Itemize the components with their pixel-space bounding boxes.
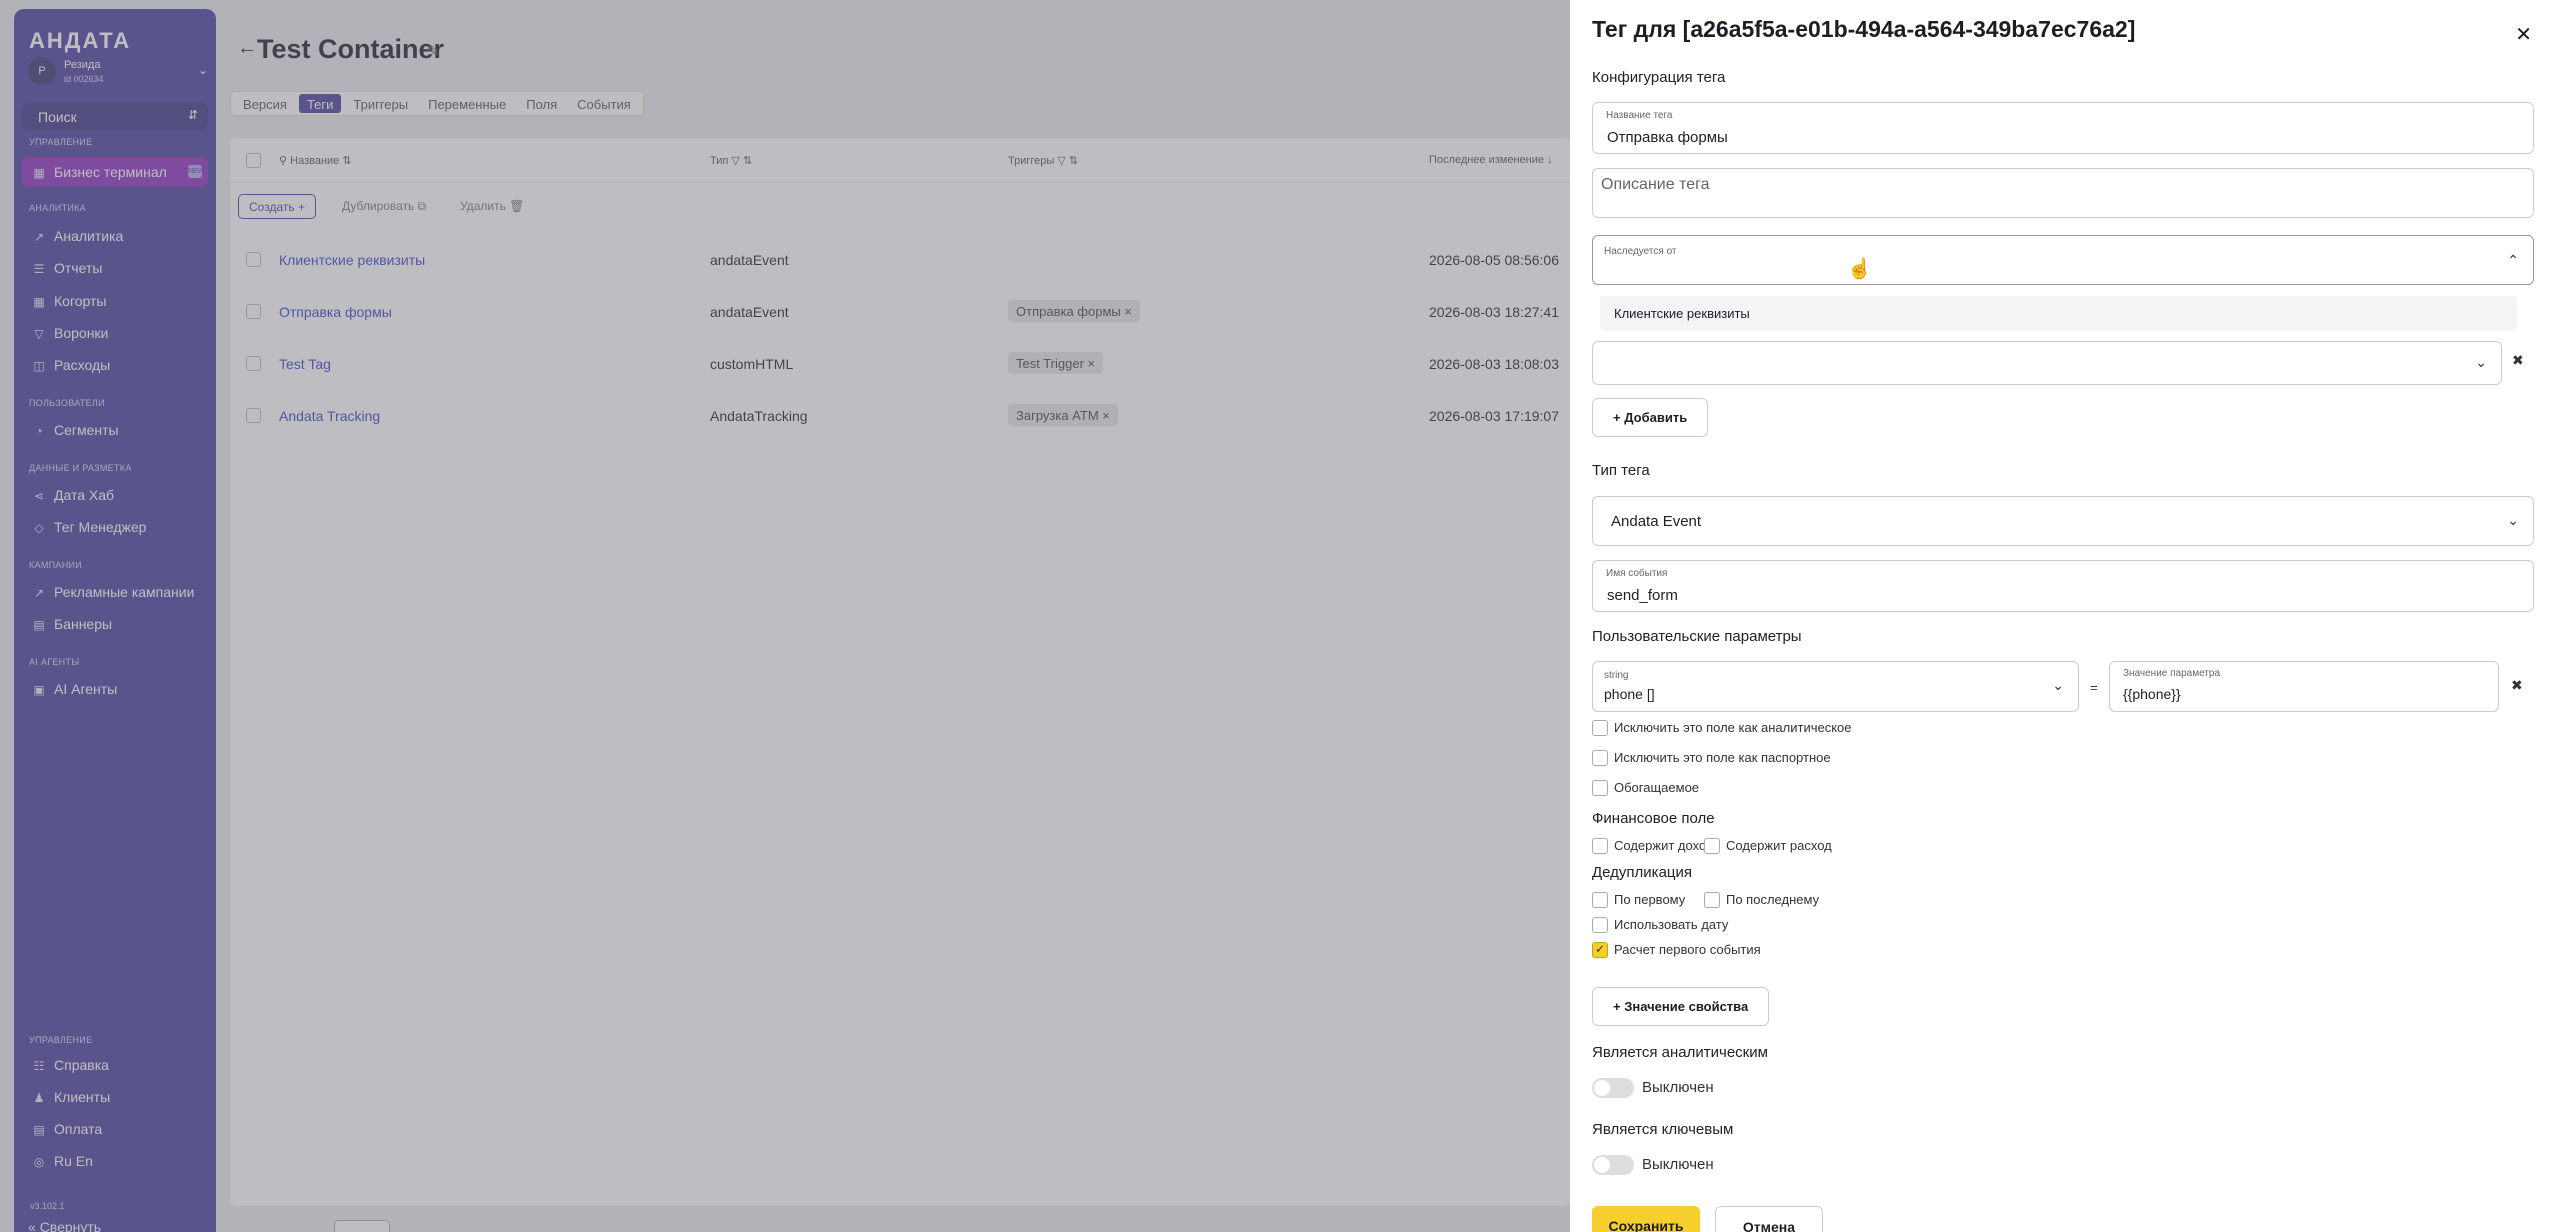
income-checkbox[interactable] (1592, 838, 1608, 854)
close-icon[interactable]: ✖ (2511, 677, 2523, 694)
last-label: По последнему (1726, 892, 1820, 907)
event-name-label: Имя события (1606, 568, 1668, 579)
chevron-down-icon: ⌄ (2052, 677, 2064, 693)
event-name-field[interactable]: Имя события send_form (1592, 560, 2534, 612)
is-key-label: Является ключевым (1592, 1121, 1734, 1138)
param-name-select[interactable]: string phone [] ⌄ (1592, 661, 2079, 712)
param-value-label: Значение параметра (2123, 668, 2221, 679)
use-date-checkbox[interactable] (1592, 917, 1608, 933)
first-event-label: Расчет первого события (1614, 942, 1761, 957)
close-icon[interactable]: ✖ (2512, 352, 2524, 369)
chevron-down-icon: ⌄ (2475, 354, 2487, 370)
tag-name-field[interactable]: Название тега Отправка формы (1592, 102, 2534, 154)
plus-icon: + (1613, 999, 1625, 1014)
tag-type-value: Andata Event (1611, 513, 1702, 530)
expense-checkbox[interactable] (1704, 838, 1720, 854)
tag-type-label: Тип тега (1592, 462, 1650, 479)
enriched-label: Обогащаемое (1614, 780, 1700, 795)
modal-overlay[interactable] (0, 0, 1570, 1232)
param-type: string (1604, 670, 1629, 681)
exclude-passport-label: Исключить это поле как паспортное (1614, 750, 1831, 765)
finance-label: Финансовое поле (1592, 810, 1715, 827)
property-value-button[interactable]: + Значение свойства (1592, 987, 1770, 1026)
add-button[interactable]: + Добавить (1592, 398, 1709, 437)
tag-edit-panel: Тег для [a26a5f5a-e01b-494a-a564-349ba7e… (1570, 0, 2552, 1232)
is-analytic-toggle[interactable] (1592, 1078, 1634, 1098)
last-checkbox[interactable] (1704, 892, 1720, 908)
close-icon[interactable]: ✕ (2515, 22, 2532, 47)
exclude-analytic-checkbox[interactable] (1592, 720, 1608, 736)
inherit-select[interactable]: Наследуется от ⌃ (1592, 235, 2534, 285)
is-analytic-state: Выключен (1642, 1079, 1714, 1096)
inherit-extra-select[interactable]: ⌄ (1592, 341, 2502, 385)
add-label: Добавить (1624, 410, 1688, 425)
save-button[interactable]: Сохранить (1592, 1206, 1700, 1232)
inherit-label: Наследуется от (1604, 246, 1677, 257)
custom-params-label: Пользовательские параметры (1592, 628, 1802, 645)
exclude-analytic-label: Исключить это поле как аналитическое (1614, 720, 1852, 735)
exclude-passport-checkbox[interactable] (1592, 750, 1608, 766)
tag-name-label: Название тега (1606, 110, 1673, 121)
enriched-checkbox[interactable] (1592, 780, 1608, 796)
is-analytic-label: Является аналитическим (1592, 1044, 1768, 1061)
param-value-field[interactable]: Значение параметра {{phone}} (2109, 661, 2499, 712)
equals-sign: = (2090, 680, 2098, 695)
first-event-checkbox[interactable] (1592, 942, 1608, 958)
hand-cursor-icon: ☝ (1847, 258, 1872, 280)
inherit-option[interactable]: Клиентские реквизиты (1600, 296, 2517, 331)
event-name-value: send_form (1607, 587, 1678, 604)
cancel-button[interactable]: Отмена (1715, 1206, 1823, 1232)
description-placeholder: Описание тега (1601, 176, 1710, 193)
first-checkbox[interactable] (1592, 892, 1608, 908)
config-label: Конфигурация тега (1592, 69, 1726, 86)
property-value-label: Значение свойства (1624, 999, 1749, 1014)
tag-description-field[interactable]: Описание тега (1592, 168, 2534, 218)
panel-title: Тег для [a26a5f5a-e01b-494a-a564-349ba7e… (1592, 16, 2136, 42)
first-label: По первому (1614, 892, 1686, 907)
param-value: {{phone}} (2123, 686, 2181, 702)
chevron-up-icon: ⌃ (2507, 252, 2519, 268)
tag-name-value: Отправка формы (1607, 129, 1728, 146)
use-date-label: Использовать дату (1614, 917, 1729, 932)
expense-label: Содержит расход (1726, 838, 1832, 853)
is-key-toggle[interactable] (1592, 1155, 1634, 1175)
dedup-label: Дедупликация (1592, 864, 1693, 881)
plus-icon: + (1613, 410, 1625, 425)
tag-type-select[interactable]: Andata Event ⌄ (1592, 496, 2534, 546)
param-name-value: phone [] (1604, 686, 1655, 702)
chevron-down-icon: ⌄ (2507, 512, 2519, 528)
income-label: Содержит доход (1614, 838, 1714, 853)
is-key-state: Выключен (1642, 1156, 1714, 1173)
